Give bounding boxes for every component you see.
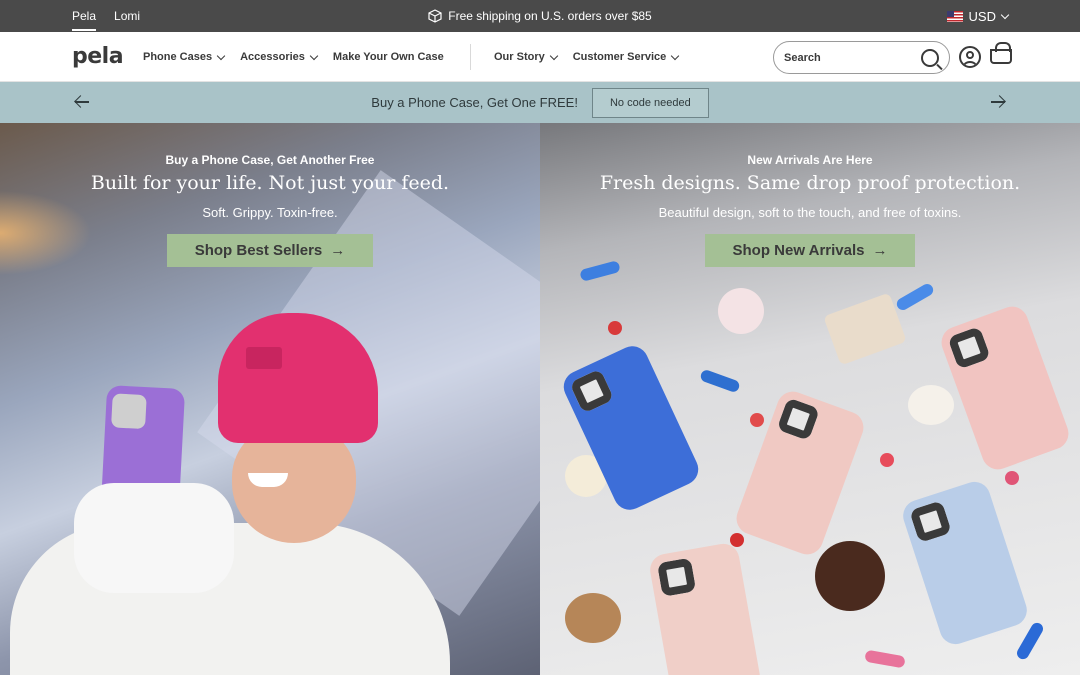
chevron-down-icon (549, 51, 558, 60)
hero-right-text: New Arrivals Are Here Fresh designs. Sam… (540, 153, 1080, 267)
brand-link-pela[interactable]: Pela (72, 2, 97, 31)
cart-icon[interactable] (990, 42, 1012, 64)
hero-left-headline: Built for your life. Not just your feed. (90, 172, 450, 194)
nav-item-make-your-own-case[interactable]: Make Your Own Case (333, 51, 444, 63)
shop-best-sellers-button[interactable]: Shop Best Sellers → (166, 234, 374, 267)
account-icon[interactable] (959, 46, 981, 68)
phone-case-image (647, 541, 763, 675)
candy-image (608, 321, 622, 335)
chevron-down-icon (309, 51, 319, 60)
nav-label: Customer Service (572, 51, 667, 63)
hero-left-subtitle: Soft. Grippy. Toxin-free. (202, 205, 338, 220)
nav-label: Accessories (240, 51, 305, 63)
gummy-image (864, 649, 906, 669)
nav-item-customer-service[interactable]: Customer Service (572, 51, 680, 63)
chocolate-cupcake-image (815, 541, 885, 611)
gummy-image (1014, 620, 1046, 662)
promo-banner: Buy a Phone Case, Get One FREE! No code … (0, 82, 1080, 123)
arrow-right-icon: → (872, 242, 888, 259)
shop-new-arrivals-button[interactable]: Shop New Arrivals → (704, 234, 916, 267)
arrow-left-icon[interactable] (74, 94, 90, 110)
hero-right-headline: Fresh designs. Same drop proof protectio… (599, 172, 1021, 194)
brand-link-lomi[interactable]: Lomi (114, 9, 140, 23)
currency-label: USD (968, 8, 996, 24)
currency-selector[interactable]: USD (946, 0, 1010, 32)
nav-item-our-story[interactable]: Our Story (494, 51, 558, 63)
nav-menu-secondary: Our Story Customer Service (494, 32, 680, 82)
cake-slice-image (823, 292, 907, 366)
nav-divider (470, 44, 471, 70)
cupcake-image (718, 288, 764, 334)
chevron-down-icon (671, 51, 680, 60)
hero-left-eyebrow: Buy a Phone Case, Get Another Free (165, 153, 375, 167)
arrow-right-icon[interactable] (990, 94, 1006, 110)
hero-best-sellers: Buy a Phone Case, Get Another Free Built… (0, 123, 540, 675)
shipping-text: Free shipping on U.S. orders over $85 (448, 9, 652, 23)
phone-case-image (899, 477, 1031, 649)
cookie-image (565, 593, 621, 643)
arrow-right-icon: → (330, 242, 346, 259)
hero-right-subtitle: Beautiful design, soft to the touch, and… (658, 205, 962, 220)
candy-image (750, 413, 764, 427)
candy-image (1005, 471, 1019, 485)
package-icon (428, 9, 442, 23)
hero-left-text: Buy a Phone Case, Get Another Free Built… (0, 153, 540, 267)
nav-item-accessories[interactable]: Accessories (240, 51, 319, 63)
gummy-image (894, 281, 936, 313)
nav-label: Make Your Own Case (332, 51, 444, 63)
main-nav: pela Phone Cases Accessories Make Your O… (0, 32, 1080, 82)
candy-image (730, 533, 744, 547)
brand-switcher: Pela Lomi (72, 0, 140, 32)
search-input[interactable]: Search (773, 41, 950, 74)
search-icon[interactable] (921, 48, 939, 67)
promo-code-badge: No code needed (591, 87, 709, 118)
nav-label: Phone Cases (143, 51, 213, 63)
nav-label: Our Story (494, 51, 545, 63)
candy-image (880, 453, 894, 467)
pela-logo[interactable]: pela (72, 44, 124, 69)
hero-person-glove (74, 483, 234, 593)
hero-right-eyebrow: New Arrivals Are Here (747, 153, 873, 167)
shipping-notice: Free shipping on U.S. orders over $85 (0, 0, 1080, 32)
cta-label: Shop New Arrivals (732, 242, 865, 259)
us-flag-icon (946, 10, 963, 22)
cupcake-image (908, 385, 954, 425)
search-placeholder: Search (784, 51, 821, 64)
phone-case-image (732, 387, 868, 559)
hero-new-arrivals: New Arrivals Are Here Fresh designs. Sam… (540, 123, 1080, 675)
chevron-down-icon (216, 51, 226, 60)
utility-bar: Pela Lomi Free shipping on U.S. orders o… (0, 0, 1080, 32)
gummy-image (699, 368, 741, 394)
cta-label: Shop Best Sellers (194, 242, 323, 259)
phone-case-image (937, 302, 1073, 474)
chevron-down-icon (1000, 10, 1010, 19)
nav-menu-primary: Phone Cases Accessories Make Your Own Ca… (143, 32, 444, 82)
promo-text: Buy a Phone Case, Get One FREE! (371, 95, 578, 110)
nav-item-phone-cases[interactable]: Phone Cases (143, 51, 226, 63)
